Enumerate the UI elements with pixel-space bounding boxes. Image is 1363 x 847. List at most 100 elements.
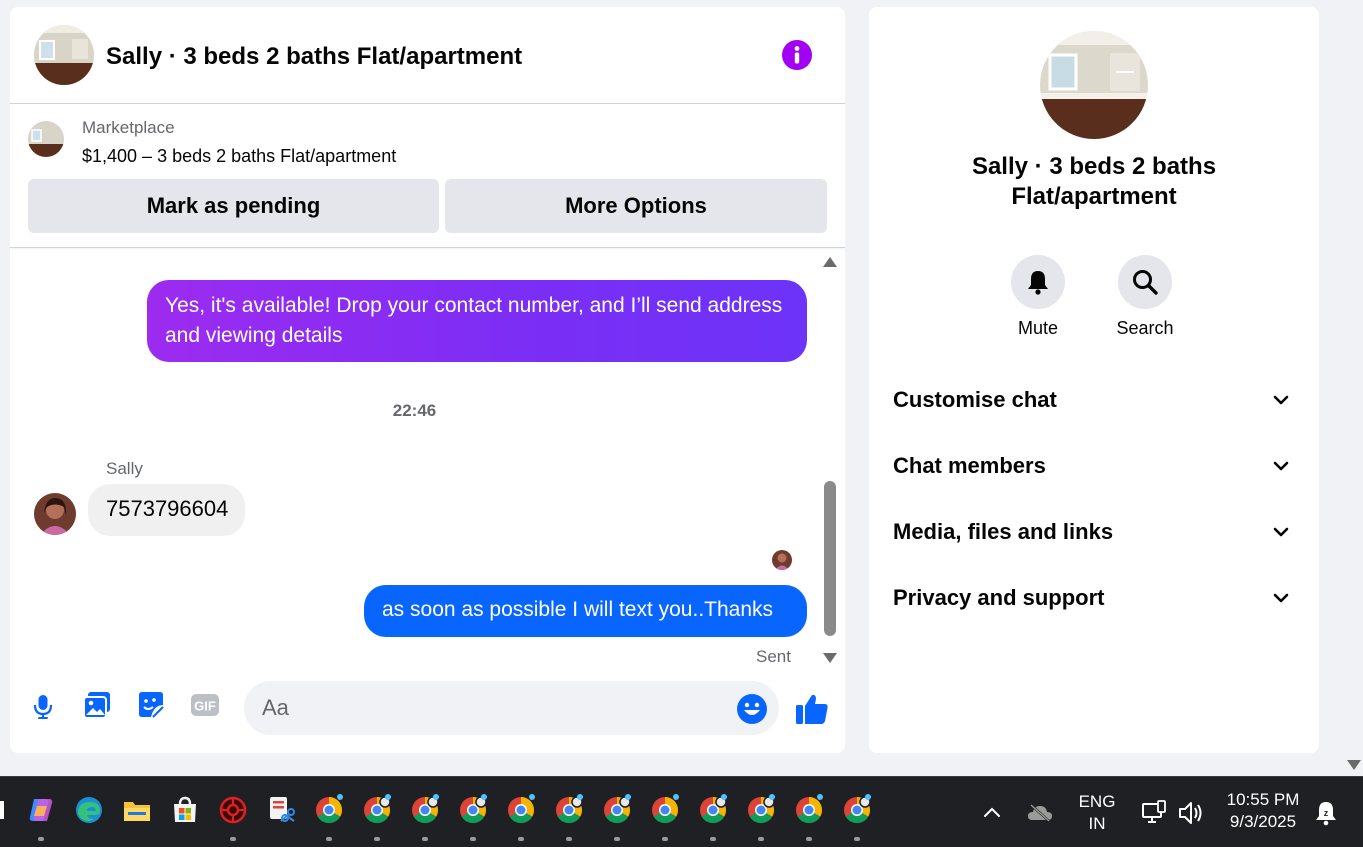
notification-badge — [529, 794, 535, 800]
edge-icon[interactable] — [73, 794, 105, 826]
section-chat-members[interactable]: Chat members — [879, 439, 1309, 493]
onedrive-cloud-icon[interactable] — [1026, 801, 1054, 825]
sender-name: Sally — [106, 459, 143, 478]
message-scrollbar[interactable] — [820, 255, 840, 667]
notification-badge — [769, 794, 775, 800]
notification-badge — [865, 794, 871, 800]
running-indicator — [806, 837, 812, 841]
running-indicator — [710, 837, 716, 841]
listing-avatar[interactable] — [34, 25, 94, 85]
notification-badge — [577, 794, 583, 800]
conversation-info-button[interactable] — [782, 40, 812, 70]
marketplace-label: Marketplace — [82, 118, 175, 137]
running-indicator — [230, 837, 236, 841]
running-indicator — [662, 837, 668, 841]
page-scrollbar[interactable] — [1343, 0, 1363, 776]
section-privacy-support[interactable]: Privacy and support — [879, 571, 1309, 625]
mute-label: Mute — [1017, 318, 1059, 338]
running-indicator — [326, 837, 332, 841]
running-indicator — [758, 837, 764, 841]
section-label: Media, files and links — [893, 519, 1114, 544]
listing-profile-photo[interactable] — [1040, 31, 1148, 139]
section-label: Privacy and support — [893, 585, 1105, 610]
marketplace-listing-bar: Marketplace $1,400 – 3 beds 2 baths Flat… — [10, 104, 845, 248]
incoming-message[interactable]: 7573796604 — [88, 484, 245, 536]
conversation-info-panel: Sally · 3 beds 2 baths Flat/apartment Mu… — [869, 7, 1319, 753]
network-icon[interactable] — [1140, 799, 1168, 827]
clock-time: 10:55 PM — [1226, 790, 1300, 809]
app-red-icon[interactable] — [217, 794, 249, 826]
start-edge-marker — [0, 801, 4, 819]
running-indicator — [854, 837, 860, 841]
chat-header: Sally · 3 beds 2 baths Flat/apartment — [10, 7, 845, 104]
input-language-indicator[interactable]: ENG IN — [1072, 791, 1122, 835]
scroll-down-arrow-icon[interactable] — [1347, 760, 1361, 770]
search-in-conversation-button[interactable] — [1118, 255, 1172, 309]
thumbs-up-icon[interactable] — [794, 691, 830, 727]
scroll-up-arrow-icon[interactable] — [823, 257, 837, 267]
more-options-button[interactable]: More Options — [445, 179, 827, 233]
sticker-icon[interactable] — [135, 689, 167, 721]
notification-bell-icon[interactable]: z — [1312, 799, 1340, 827]
chat-title: Sally · 3 beds 2 baths Flat/apartment — [106, 43, 523, 70]
running-indicator — [38, 837, 44, 841]
search-icon — [1133, 270, 1158, 295]
section-label: Customise chat — [893, 387, 1057, 412]
chat-panel: Sally · 3 beds 2 baths Flat/apartment Ma… — [10, 7, 845, 753]
info-icon — [794, 46, 800, 64]
chevron-down-icon — [1273, 461, 1289, 471]
running-indicator — [518, 837, 524, 841]
snipping-tool-icon[interactable] — [265, 794, 297, 826]
svg-text:GIF: GIF — [194, 699, 216, 714]
running-indicator — [614, 837, 620, 841]
copilot-icon[interactable] — [25, 794, 57, 826]
search-label: Search — [1116, 318, 1174, 338]
section-media-files-links[interactable]: Media, files and links — [879, 505, 1309, 559]
message-timestamp: 22:46 — [392, 401, 437, 420]
bell-icon — [1028, 271, 1048, 295]
seen-indicator-avatar — [772, 550, 792, 570]
running-indicator — [374, 837, 380, 841]
notification-badge — [337, 794, 343, 800]
outgoing-message[interactable]: as soon as possible I will text you..Tha… — [364, 585, 807, 637]
running-indicator — [470, 837, 476, 841]
svg-text:z: z — [1324, 808, 1329, 818]
notification-badge — [385, 794, 391, 800]
running-indicator — [566, 837, 572, 841]
microphone-icon[interactable] — [27, 689, 59, 721]
message-input[interactable] — [244, 681, 779, 735]
section-customise-chat[interactable]: Customise chat — [879, 373, 1309, 427]
chevron-down-icon — [1273, 593, 1289, 603]
info-panel-title: Sally · 3 beds 2 baths Flat/apartment — [971, 153, 1217, 210]
message-list: Yes, it's available! Drop your contact n… — [10, 249, 819, 667]
chevron-down-icon — [1273, 527, 1289, 537]
listing-thumbnail[interactable] — [28, 121, 64, 157]
scroll-down-arrow-icon[interactable] — [823, 653, 837, 663]
message-status: Sent — [756, 647, 791, 666]
volume-icon[interactable] — [1177, 799, 1205, 827]
gif-icon[interactable]: GIF — [189, 689, 221, 721]
message-composer: GIF — [10, 675, 845, 753]
notification-badge — [481, 794, 487, 800]
chevron-down-icon — [1273, 395, 1289, 405]
show-hidden-icons-chevron-up-icon[interactable] — [980, 801, 1004, 825]
notification-badge — [817, 794, 823, 800]
sender-avatar[interactable] — [34, 493, 76, 535]
running-indicator — [422, 837, 428, 841]
language-code: ENG — [1078, 792, 1116, 811]
mute-button[interactable] — [1011, 255, 1065, 309]
mark-as-pending-button[interactable]: Mark as pending — [28, 179, 439, 233]
notification-badge — [625, 794, 631, 800]
listing-price[interactable]: $1,400 – 3 beds 2 baths Flat/apartment — [82, 146, 396, 167]
photo-gallery-icon[interactable] — [81, 689, 113, 721]
clock[interactable]: 10:55 PM 9/3/2025 — [1218, 789, 1308, 833]
outgoing-message[interactable]: Yes, it's available! Drop your contact n… — [147, 280, 807, 362]
scrollbar-thumb[interactable] — [824, 481, 836, 636]
section-label: Chat members — [893, 453, 1046, 478]
windows-taskbar: ENG IN 10:55 PM 9/3/2025 z — [0, 776, 1363, 847]
region-code: IN — [1088, 814, 1106, 833]
emoji-icon[interactable] — [736, 693, 768, 725]
notification-badge — [721, 794, 727, 800]
microsoft-store-icon[interactable] — [169, 794, 201, 826]
file-explorer-icon[interactable] — [121, 794, 153, 826]
